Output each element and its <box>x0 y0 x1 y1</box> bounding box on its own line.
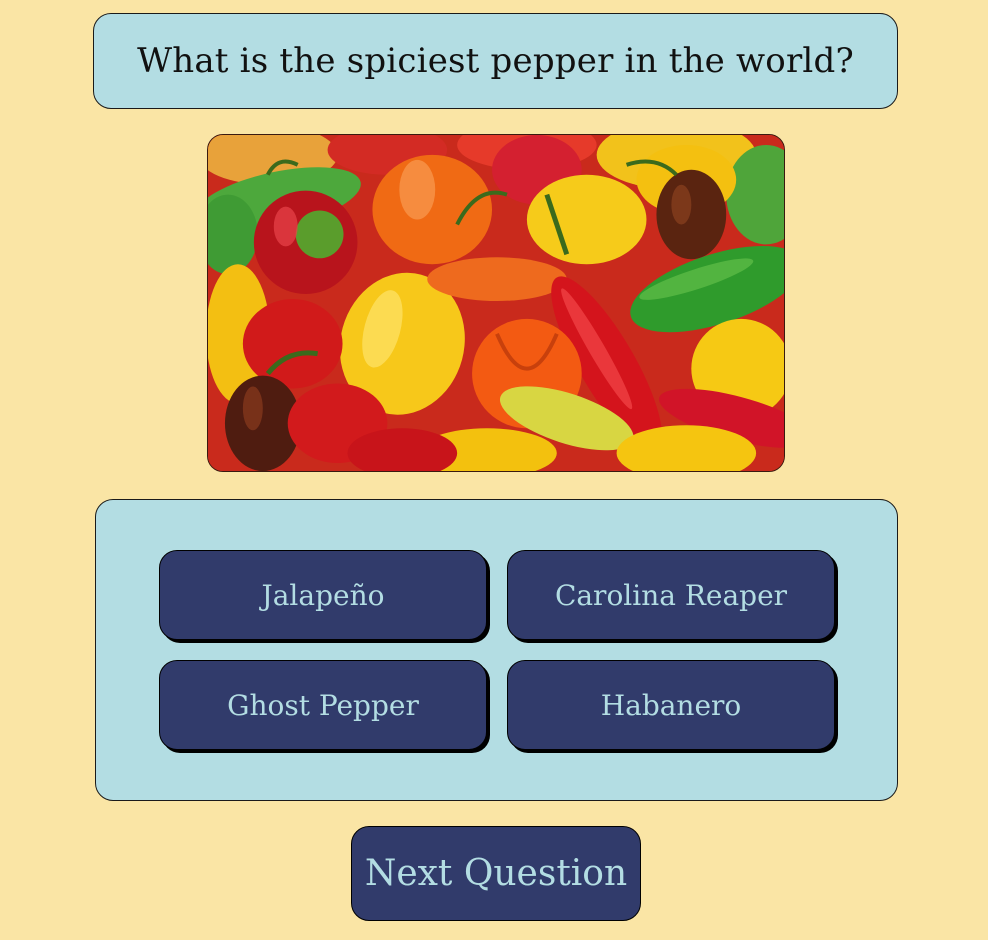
peppers-image <box>208 135 784 471</box>
answer-button-carolina-reaper[interactable]: Carolina Reaper <box>507 550 835 640</box>
question-image <box>207 134 785 472</box>
question-text: What is the spiciest pepper in the world… <box>137 41 854 81</box>
answers-panel: Jalapeño Carolina Reaper Ghost Pepper Ha… <box>95 499 898 801</box>
answer-button-jalapeno[interactable]: Jalapeño <box>159 550 487 640</box>
next-question-button[interactable]: Next Question <box>351 826 641 921</box>
answer-button-ghost-pepper[interactable]: Ghost Pepper <box>159 660 487 750</box>
question-panel: What is the spiciest pepper in the world… <box>93 13 898 109</box>
answer-button-habanero[interactable]: Habanero <box>507 660 835 750</box>
